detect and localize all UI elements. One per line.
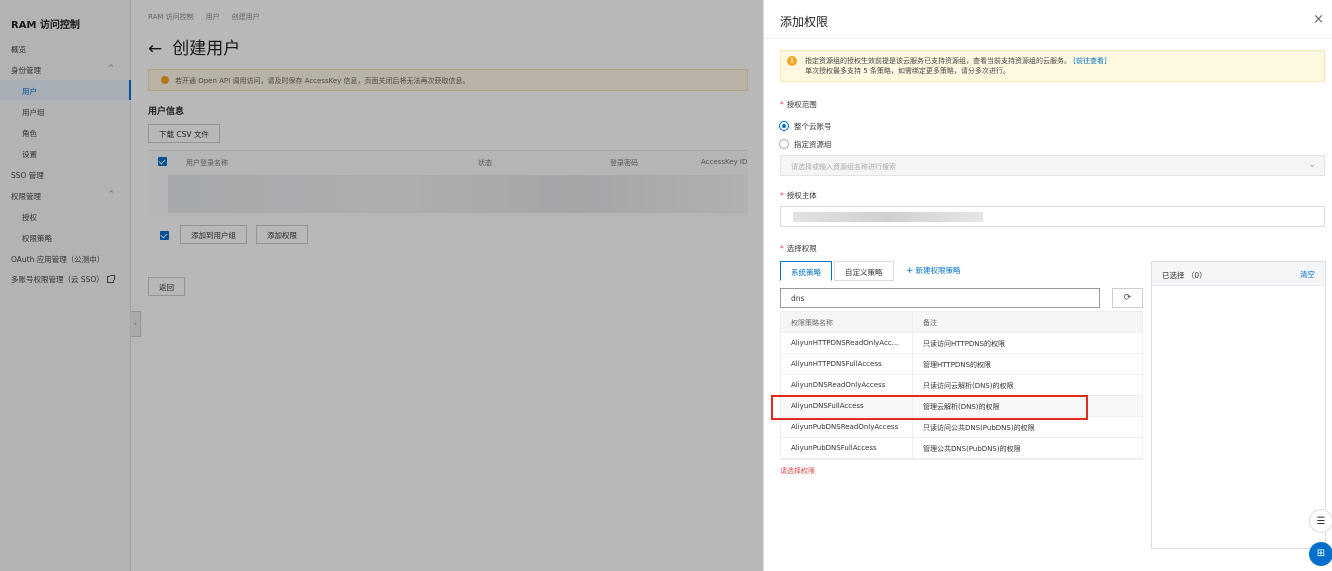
divider	[764, 38, 1332, 39]
selected-count: 已选择 （0）	[1162, 271, 1207, 280]
drawer-title: 添加权限	[780, 15, 829, 29]
selected-panel-header: 已选择 （0） 清空	[1152, 262, 1325, 286]
column-header: 权限策略名称	[791, 319, 833, 327]
close-icon[interactable]: ×	[1313, 12, 1324, 27]
policy-name: AliyunHTTPDNSFullAccess	[791, 360, 882, 368]
policy-note: 管理HTTPDNS的权限	[923, 361, 991, 369]
radio-whole-account[interactable]	[779, 121, 789, 131]
policy-note: 管理公共DNS(PubDNS)的权限	[923, 445, 1021, 453]
apps-grid-icon[interactable]: ⊞	[1309, 542, 1332, 566]
principal-label-text: 授权主体	[786, 191, 817, 200]
chevron-down-icon: ⌄	[1308, 160, 1316, 170]
column-divider	[912, 438, 913, 459]
chat-icon[interactable]: ☰	[1309, 509, 1332, 533]
column-divider	[912, 354, 913, 375]
policy-name: AliyunPubDNSFullAccess	[791, 444, 877, 452]
policy-name: AliyunDNSReadOnlyAccess	[791, 381, 886, 389]
validation-error: 请选择权限	[780, 467, 815, 475]
plus-icon: +	[906, 266, 914, 276]
table-header-row: 权限策略名称 备注	[781, 312, 1142, 333]
table-row[interactable]: AliyunPubDNSFullAccess 管理公共DNS(PubDNS)的权限	[781, 438, 1142, 459]
policy-search-input[interactable]: dns	[780, 288, 1100, 308]
highlight-box	[771, 395, 1088, 420]
table-row[interactable]: AliyunDNSReadOnlyAccess 只读访问云解析(DNS)的权限	[781, 375, 1142, 396]
column-divider	[912, 333, 913, 354]
radio-label[interactable]: 指定资源组	[794, 139, 832, 150]
select-placeholder: 请选择或输入资源组名称进行搜索	[791, 163, 896, 171]
principal-label: * 授权主体	[780, 191, 817, 200]
radio-label[interactable]: 整个云账号	[794, 121, 832, 132]
alert-text: 单次授权最多支持 5 条策略，如需绑定更多策略，请分多次进行。	[805, 67, 1010, 75]
selected-panel: 已选择 （0） 清空	[1151, 261, 1326, 549]
clear-button[interactable]: 清空	[1300, 269, 1315, 280]
view-link[interactable]: [前往查看]	[1073, 57, 1106, 65]
tab-system-policy[interactable]: 系统策略	[780, 261, 832, 281]
policy-note: 只读访问HTTPDNS的权限	[923, 340, 1005, 348]
scope-label-text: 授权范围	[786, 100, 817, 109]
radio-resource-group[interactable]	[779, 139, 789, 149]
column-header: 备注	[923, 319, 937, 327]
new-policy-link[interactable]: + 新建权限策略	[906, 265, 961, 276]
add-permission-drawer: 添加权限 × ! 指定资源组的授权生效前提是该云服务已支持资源组，查看当前支持资…	[763, 0, 1332, 571]
table-row[interactable]: AliyunPubDNSReadOnlyAccess 只读访问公共DNS(PubD…	[781, 417, 1142, 438]
modal-overlay[interactable]	[0, 0, 763, 571]
principal-input[interactable]	[780, 206, 1325, 227]
policy-note: 只读访问云解析(DNS)的权限	[923, 382, 1014, 390]
policy-table: 权限策略名称 备注 AliyunHTTPDNSReadOnlyAcc... 只读访问…	[780, 311, 1143, 460]
column-divider	[912, 312, 913, 333]
policy-name: AliyunPubDNSReadOnlyAccess	[791, 423, 899, 431]
table-row[interactable]: AliyunHTTPDNSFullAccess 管理HTTPDNS的权限	[781, 354, 1142, 375]
warning-icon: !	[787, 56, 797, 66]
select-permission-label: * 选择权限	[780, 244, 817, 253]
policy-note: 只读访问公共DNS(PubDNS)的权限	[923, 424, 1035, 432]
new-policy-label: 新建权限策略	[915, 266, 961, 275]
resource-group-select[interactable]: 请选择或输入资源组名称进行搜索 ⌄	[780, 155, 1325, 176]
alert-text: 指定资源组的授权生效前提是该云服务已支持资源组，查看当前支持资源组的云服务。	[805, 57, 1071, 65]
table-row[interactable]: AliyunHTTPDNSReadOnlyAcc... 只读访问HTTPDNS的权…	[781, 333, 1142, 354]
tab-custom-policy[interactable]: 自定义策略	[834, 261, 894, 281]
column-divider	[912, 417, 913, 438]
info-alert: ! 指定资源组的授权生效前提是该云服务已支持资源组，查看当前支持资源组的云服务。…	[780, 50, 1325, 82]
column-divider	[912, 375, 913, 396]
select-permission-label-text: 选择权限	[786, 244, 817, 253]
refresh-icon[interactable]: ⟳	[1112, 288, 1143, 308]
policy-name: AliyunHTTPDNSReadOnlyAcc...	[791, 339, 899, 347]
scope-label: * 授权范围	[780, 100, 817, 109]
blurred-value	[793, 212, 983, 222]
